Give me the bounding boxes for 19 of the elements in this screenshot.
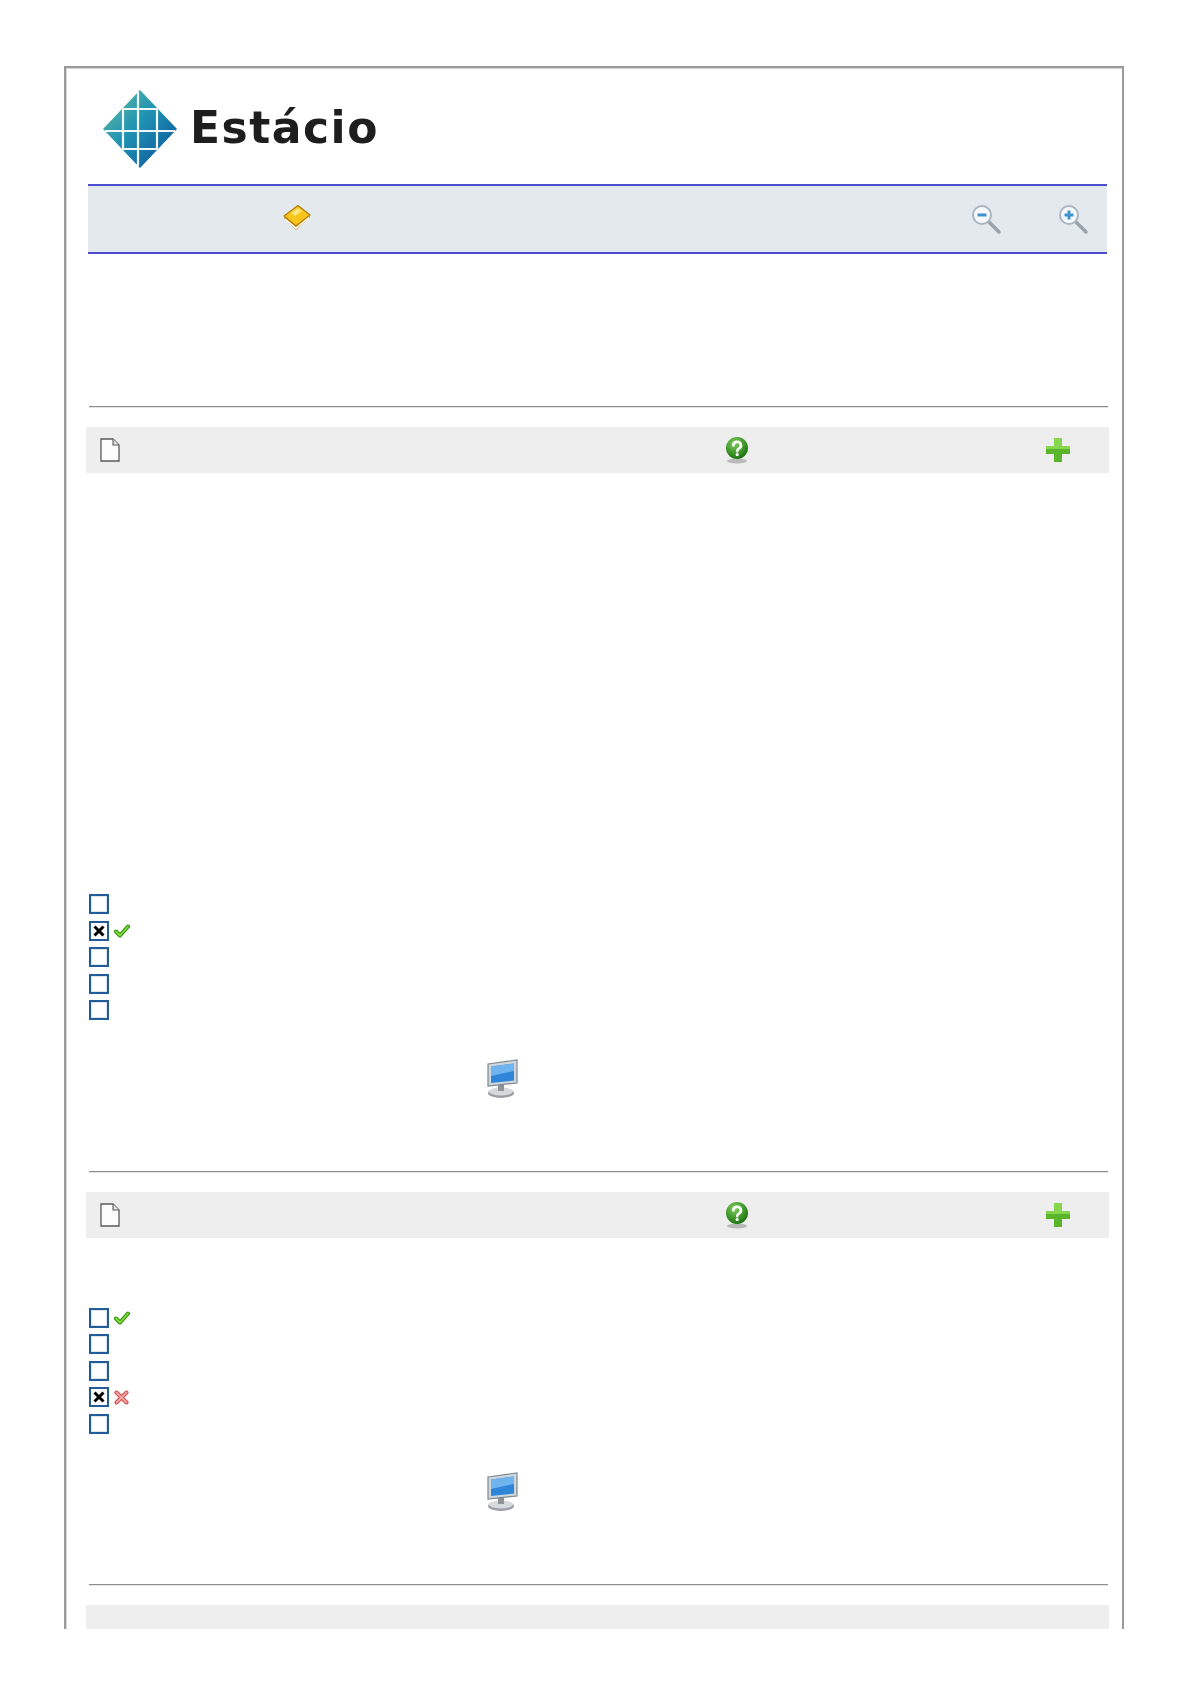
checkbox[interactable] xyxy=(89,1360,109,1381)
checkbox[interactable] xyxy=(89,920,109,941)
help-icon[interactable] xyxy=(724,1200,750,1229)
checkbox[interactable] xyxy=(89,1000,109,1020)
checkbox[interactable] xyxy=(89,1334,109,1354)
checkbox[interactable] xyxy=(89,1307,109,1328)
checkbox[interactable] xyxy=(89,894,109,914)
zoom-in-icon[interactable] xyxy=(1057,203,1089,235)
diamond-logo-icon xyxy=(102,89,178,169)
checkbox[interactable] xyxy=(89,1413,109,1434)
checkbox[interactable] xyxy=(89,947,109,967)
help-icon[interactable] xyxy=(724,436,750,464)
logo-text: Estácio xyxy=(190,106,379,150)
checkbox[interactable] xyxy=(89,1387,109,1407)
monitor-icon[interactable] xyxy=(484,1472,520,1512)
checkbox[interactable] xyxy=(89,973,109,994)
monitor-icon[interactable] xyxy=(484,1058,520,1099)
document-icon xyxy=(100,1202,120,1227)
document-icon xyxy=(100,438,120,462)
